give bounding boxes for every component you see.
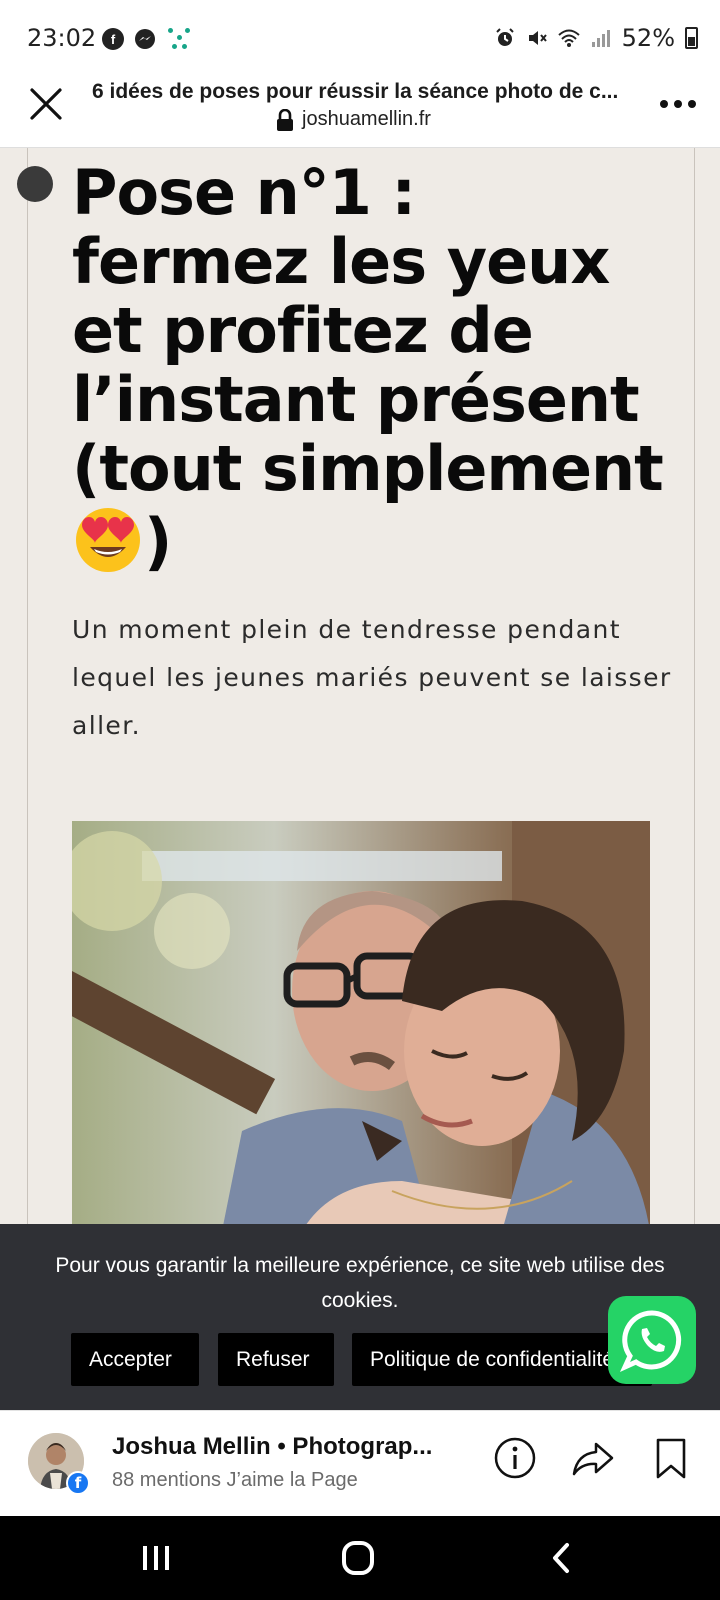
article-lead: Un moment plein de tendresse pendant leq… xyxy=(72,615,672,740)
accept-cookies-button[interactable]: Accepter xyxy=(71,1333,199,1386)
close-icon[interactable] xyxy=(24,82,68,126)
mute-icon xyxy=(528,31,547,45)
facebook-icon: f xyxy=(102,28,124,50)
whatsapp-button[interactable] xyxy=(608,1296,696,1384)
alarm-icon xyxy=(495,28,514,46)
article-heading-end: ) xyxy=(144,505,172,578)
system-navigation-bar xyxy=(0,1516,720,1600)
status-bar: 23:02 f 52% xyxy=(0,0,720,80)
article-heading-text: Pose n°1 : fermez les yeux et profitez d… xyxy=(72,156,664,505)
refuse-cookies-button[interactable]: Refuser xyxy=(218,1333,334,1386)
notification-icons: f xyxy=(102,26,192,52)
page-likes: 88 mentions J’aime la Page xyxy=(112,1469,358,1491)
messenger-icon xyxy=(135,29,155,49)
facebook-badge-icon: f xyxy=(66,1471,90,1495)
content-border-left xyxy=(27,148,28,1224)
cookie-message: Pour vous garantir la meilleure expérien… xyxy=(55,1254,665,1312)
battery-percent: 52% xyxy=(621,24,675,52)
recent-apps-icon[interactable] xyxy=(134,1538,178,1578)
article-heading: Pose n°1 : fermez les yeux et profitez d… xyxy=(72,158,672,576)
more-options-icon[interactable] xyxy=(656,84,700,124)
home-icon[interactable] xyxy=(336,1538,380,1578)
heart-eyes-emoji-icon xyxy=(76,508,140,572)
signal-icon xyxy=(591,30,610,47)
in-app-browser-header: 6 idées de poses pour réussir la séance … xyxy=(0,80,720,148)
couple-photo xyxy=(72,821,650,1224)
url-display: joshuamellin.fr xyxy=(276,108,431,131)
page-title: 6 idées de poses pour réussir la séance … xyxy=(92,80,619,103)
bookmark-icon[interactable] xyxy=(648,1435,694,1481)
whatsapp-icon xyxy=(619,1310,682,1373)
battery-icon xyxy=(685,27,698,49)
dots-icon xyxy=(166,26,192,52)
back-icon[interactable] xyxy=(540,1538,584,1578)
content-border-right xyxy=(694,148,695,1224)
status-time: 23:02 xyxy=(27,24,97,52)
privacy-policy-button[interactable]: Politique de confidentialité xyxy=(352,1333,652,1386)
url-text: joshuamellin.fr xyxy=(302,108,431,130)
list-bullet xyxy=(17,166,53,202)
page-name[interactable]: Joshua Mellin • Photograp... xyxy=(112,1433,442,1461)
system-icons: 52% xyxy=(494,24,698,52)
wifi-icon xyxy=(557,29,580,47)
share-icon[interactable] xyxy=(570,1435,616,1481)
info-icon[interactable] xyxy=(492,1435,538,1481)
web-content[interactable]: Pose n°1 : fermez les yeux et profitez d… xyxy=(0,148,720,1224)
lock-icon xyxy=(277,108,293,131)
facebook-page-bar: f Joshua Mellin • Photograp... 88 mentio… xyxy=(0,1410,720,1516)
